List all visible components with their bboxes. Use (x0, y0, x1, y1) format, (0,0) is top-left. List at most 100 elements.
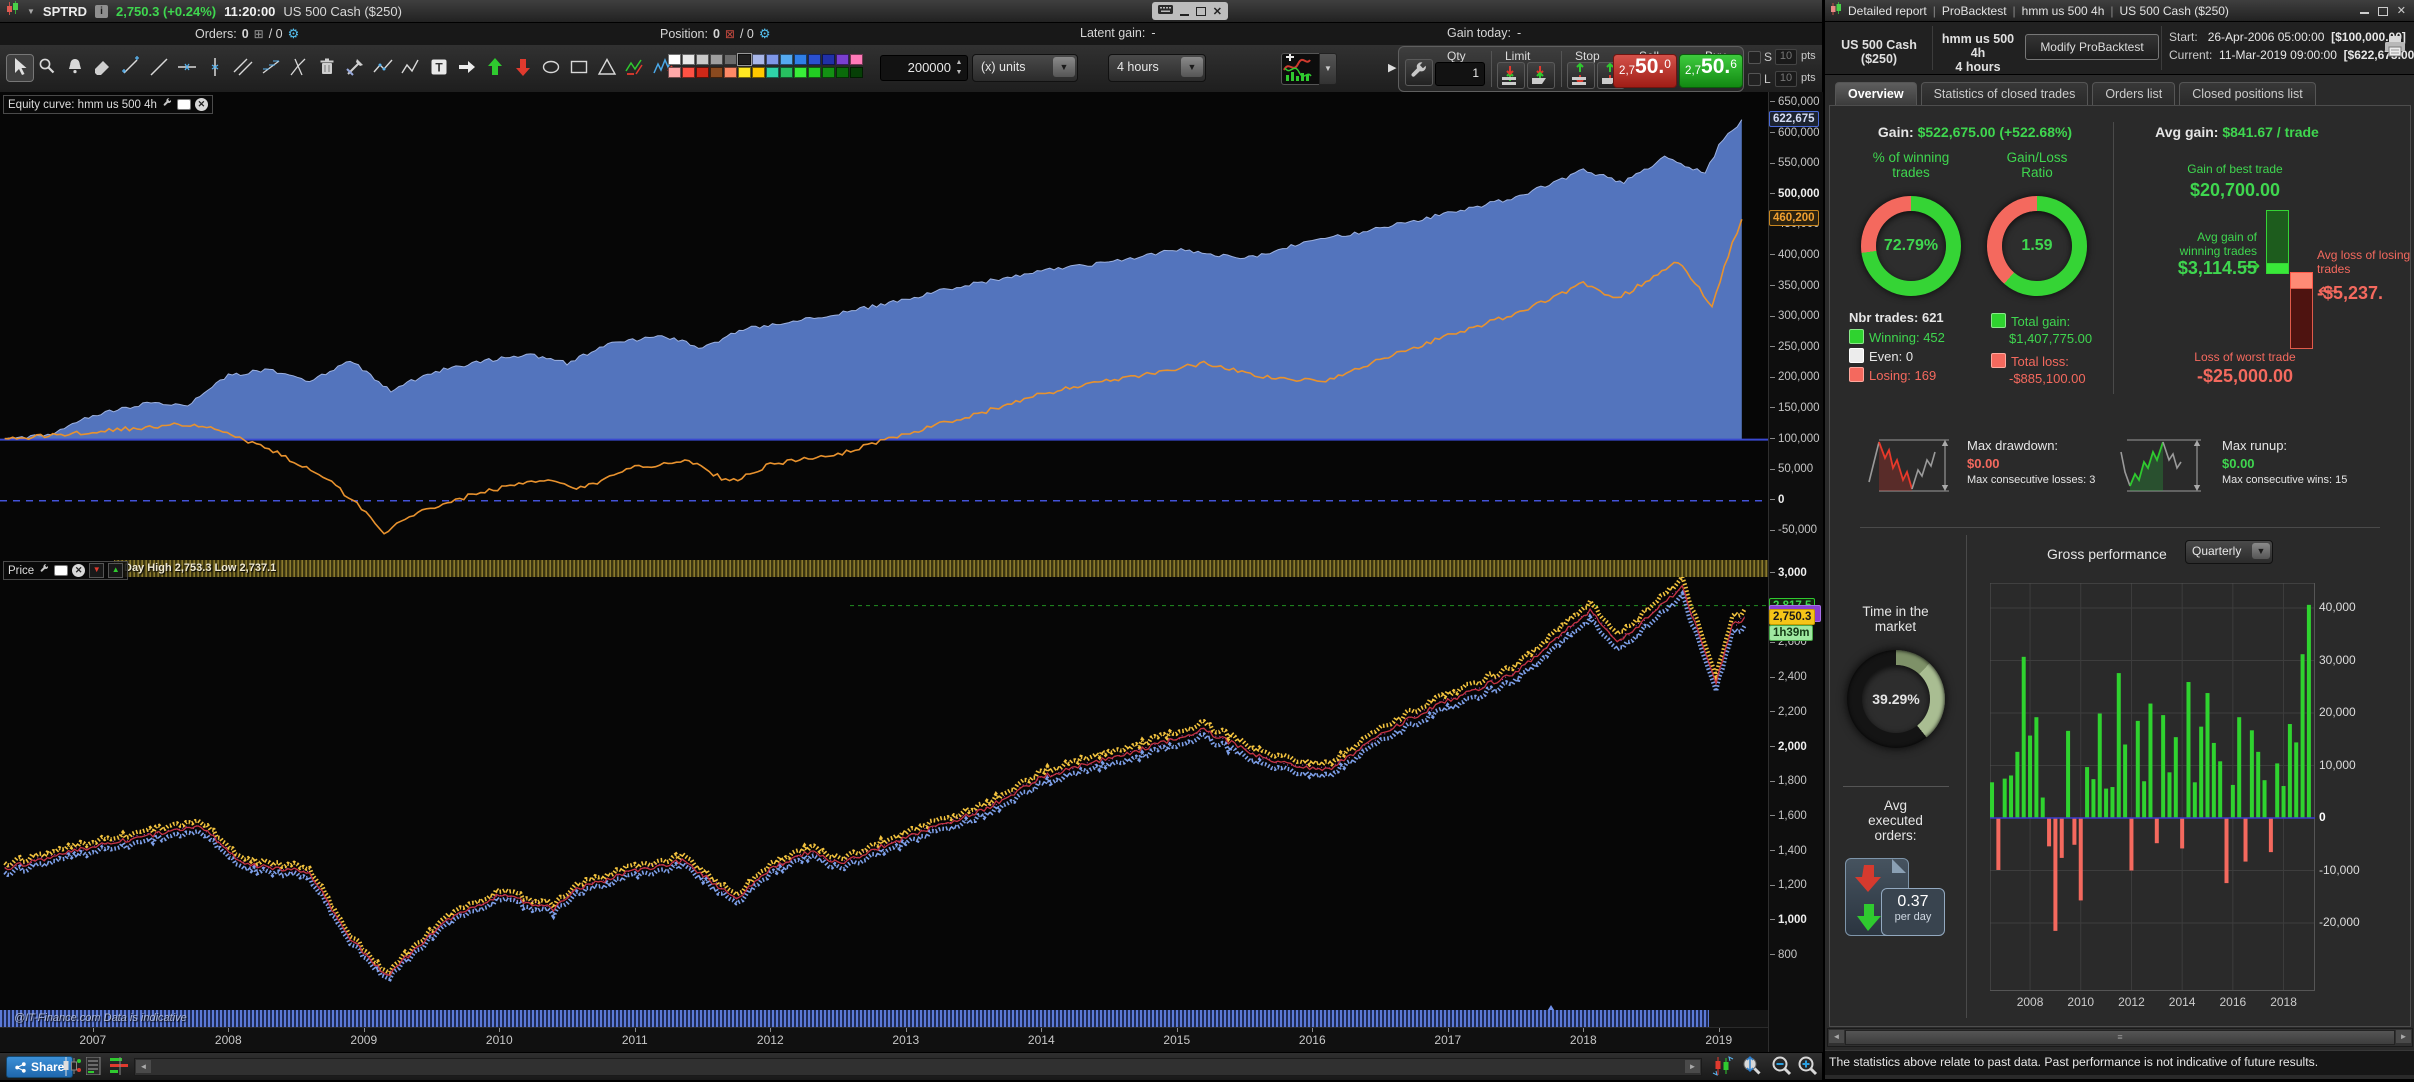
palette-swatch[interactable] (836, 54, 849, 65)
palette-swatch[interactable] (780, 54, 793, 65)
tool-arrow-down-icon[interactable] (511, 55, 537, 81)
palette-swatch[interactable] (668, 67, 681, 78)
palette-swatch[interactable] (794, 54, 807, 65)
palette-swatch[interactable] (850, 67, 863, 78)
sell-marker-icon[interactable]: ▼ (89, 563, 105, 578)
scroll-left-icon[interactable]: ◄ (136, 1060, 151, 1073)
quantity-input[interactable]: 200000 ▲ ▼ (880, 55, 968, 81)
palette-swatch[interactable] (738, 67, 751, 78)
tool-zigzag-icon[interactable] (399, 55, 425, 81)
units-select[interactable]: (x) units ▼ (972, 54, 1078, 82)
palette-swatch[interactable] (808, 54, 821, 65)
panel-style-icon[interactable] (176, 99, 191, 110)
tool-broken-line-icon[interactable] (371, 55, 397, 81)
tool-rectangle-icon[interactable] (567, 55, 593, 81)
tool-arrow-up-icon[interactable] (483, 55, 509, 81)
orders-settings-gear-icon[interactable]: ⚙ (288, 26, 300, 42)
scrollbar-thumb[interactable]: ≡ (1845, 1030, 2395, 1045)
chart-type-dropdown[interactable]: ▼ (1319, 53, 1337, 85)
palette-swatch[interactable] (822, 67, 835, 78)
maximize-button[interactable] (2377, 7, 2388, 16)
sell-button[interactable]: 2,7 50. 0 (1613, 54, 1677, 88)
palette-swatch[interactable] (766, 67, 779, 78)
sell-limit-button[interactable] (1527, 62, 1555, 89)
tool-horizontal-line-icon[interactable] (175, 55, 201, 81)
tool-drawing-tools-icon[interactable] (343, 55, 369, 81)
keyboard-icon[interactable] (1157, 2, 1173, 20)
tool-cursor-icon[interactable] (6, 54, 34, 82)
tab-overview[interactable]: Overview (1835, 82, 1917, 105)
minimize-button[interactable] (2359, 12, 2369, 14)
palette-swatch[interactable] (696, 67, 709, 78)
l-checkbox[interactable] (1748, 73, 1761, 86)
palette-swatch[interactable] (794, 67, 807, 78)
palette-swatch[interactable] (766, 54, 779, 65)
order-settings-button[interactable] (1405, 59, 1433, 86)
palette-swatch[interactable] (710, 54, 723, 65)
scroll-left-icon[interactable]: ◄ (1829, 1030, 1844, 1043)
palette-swatch[interactable] (780, 67, 793, 78)
expand-arrow-icon[interactable]: ▶ (1388, 61, 1396, 74)
report-scrollbar[interactable]: ◄ ► ≡ (1827, 1028, 2413, 1047)
close-icon[interactable]: ✕ (194, 98, 208, 111)
settings-wrench-icon[interactable] (161, 97, 173, 112)
palette-swatch[interactable] (850, 54, 863, 65)
zoom-in-icon[interactable] (1796, 1055, 1820, 1082)
info-icon[interactable]: i (94, 4, 108, 18)
position-close-icon[interactable]: ⊠ (725, 27, 735, 41)
close-button[interactable]: ✕ (2397, 4, 2406, 17)
chevron-down-icon[interactable]: ▼ (27, 7, 35, 16)
chevron-down-icon[interactable]: ▼ (1053, 57, 1075, 77)
palette-swatch[interactable] (752, 67, 765, 78)
palette-swatch[interactable] (682, 67, 695, 78)
buy-stop-button[interactable] (1567, 62, 1595, 89)
time-axis[interactable]: 2007 2008 2009 2010 2011 2012 2013 2014 2015 2016… (0, 1027, 1768, 1053)
modify-probacktest-button[interactable]: Modify ProBacktest (2025, 34, 2159, 60)
horizontal-scrollbar[interactable]: ◄ ► (134, 1058, 1702, 1076)
tool-vertical-line-icon[interactable] (203, 55, 229, 81)
palette-swatch[interactable] (737, 53, 752, 66)
order-list-icon[interactable] (85, 1056, 102, 1080)
chart-type-button[interactable] (1281, 53, 1321, 85)
tool-triangle-icon[interactable] (595, 55, 621, 81)
positions-icon[interactable] (110, 1057, 130, 1080)
palette-swatch[interactable] (682, 54, 695, 65)
timeframe-select[interactable]: 4 hours ▼ (1108, 54, 1206, 82)
palette-swatch[interactable] (710, 67, 723, 78)
tool-trash-icon[interactable] (315, 55, 341, 81)
orders-grid-icon[interactable]: ⊞ (254, 27, 264, 41)
zoom-fit-icon[interactable] (1740, 1055, 1764, 1082)
tab-orders-list[interactable]: Orders list (2092, 82, 2176, 105)
s-checkbox[interactable] (1748, 51, 1761, 64)
tool-zigzag-colored-icon[interactable] (623, 55, 649, 81)
position-settings-gear-icon[interactable]: ⚙ (759, 26, 771, 42)
palette-swatch[interactable] (822, 54, 835, 65)
close-icon[interactable]: ✕ (72, 564, 86, 577)
palette-swatch[interactable] (696, 54, 709, 65)
palette-swatch[interactable] (724, 67, 737, 78)
tool-parallel-lines-icon[interactable] (231, 55, 257, 81)
buy-button[interactable]: 2,7 50. 6 (1679, 54, 1743, 88)
candlestick-tool-icon[interactable] (62, 1057, 82, 1081)
s-pts-input[interactable]: 10 (1775, 49, 1797, 65)
minimize-button[interactable] (1179, 13, 1189, 16)
l-pts-input[interactable]: 10 (1775, 71, 1797, 87)
qty-input[interactable]: 1 (1435, 62, 1485, 86)
price-y-axis[interactable]: 3,000 2,600 2,400 2,200 2,000 1,800 1,600 1,400… (1768, 567, 1822, 1010)
chevron-down-icon[interactable]: ▼ (1181, 57, 1203, 77)
tool-line-icon[interactable] (147, 55, 173, 81)
tool-alert-bell-icon[interactable] (63, 55, 89, 81)
close-button[interactable]: ✕ (1213, 5, 1222, 18)
palette-swatch[interactable] (808, 67, 821, 78)
palette-swatch[interactable] (724, 54, 737, 65)
buy-marker-icon[interactable]: ▲ (108, 563, 124, 578)
tool-magnifier-icon[interactable] (35, 55, 61, 81)
scroll-right-icon[interactable]: ► (1685, 1060, 1700, 1073)
tool-segment-icon[interactable] (119, 55, 145, 81)
tab-closed-positions[interactable]: Closed positions list (2179, 82, 2316, 105)
settings-wrench-icon[interactable] (38, 563, 50, 578)
palette-swatch[interactable] (752, 54, 765, 65)
tool-ellipse-icon[interactable] (539, 55, 565, 81)
tool-arrow-right-icon[interactable] (455, 55, 481, 81)
tool-fibonacci-icon[interactable] (259, 55, 285, 81)
